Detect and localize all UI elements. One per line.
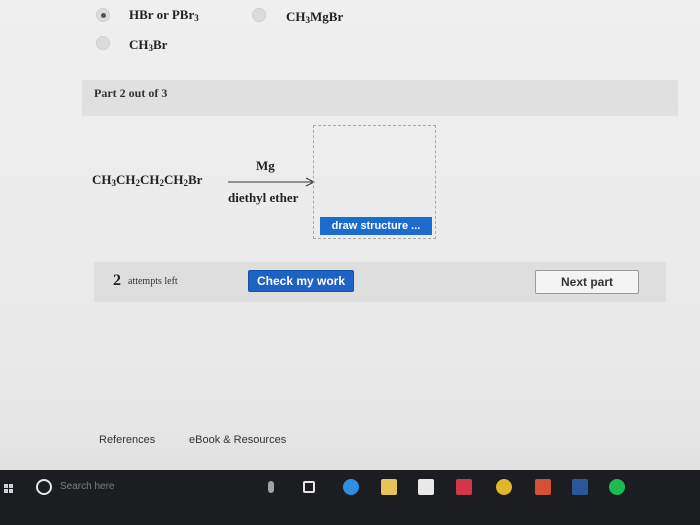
radio-ch3br[interactable]: [96, 36, 110, 50]
option-ch3mgbr-label: CH3MgBr: [286, 9, 344, 25]
reactant-formula: CH3CH2CH2CH2Br: [92, 172, 203, 188]
windows-start-icon[interactable]: [4, 484, 14, 494]
part-header-bar: Part 2 out of 3: [82, 80, 678, 116]
spotify-icon[interactable]: [609, 479, 625, 495]
radio-hbr-or-pbr3[interactable]: [96, 8, 110, 22]
check-my-work-button[interactable]: Check my work: [248, 270, 354, 292]
reagent-mg: Mg: [256, 158, 275, 173]
powerpoint-icon[interactable]: [535, 479, 551, 495]
part-label: Part 2 out of 3: [94, 86, 168, 100]
references-link[interactable]: References: [99, 434, 155, 446]
taskbar-search-field[interactable]: Search here: [60, 481, 114, 492]
cortana-search-icon[interactable]: [36, 479, 52, 495]
file-explorer-icon[interactable]: [381, 479, 397, 495]
edge-browser-icon[interactable]: [343, 479, 359, 495]
radio-ch3mgbr[interactable]: [252, 8, 266, 22]
attempts-count: 2: [113, 272, 121, 289]
chrome-icon[interactable]: [496, 479, 512, 495]
word-icon[interactable]: [572, 479, 588, 495]
ebook-resources-link[interactable]: eBook & Resources: [189, 434, 286, 446]
next-part-button[interactable]: Next part: [535, 270, 639, 294]
store-icon[interactable]: [418, 479, 434, 495]
mail-icon[interactable]: [456, 479, 472, 495]
attempts-label: attempts left: [128, 276, 178, 287]
option-hbr-or-pbr3-label: HBr or PBr3: [129, 7, 199, 23]
task-view-icon[interactable]: [303, 481, 315, 493]
microphone-icon[interactable]: [268, 481, 274, 493]
option-ch3br-label: CH3Br: [129, 37, 168, 53]
reaction-arrow-icon: [228, 177, 316, 187]
reagent-diethyl-ether: diethyl ether: [228, 190, 299, 205]
draw-structure-button[interactable]: draw structure ...: [320, 217, 432, 235]
